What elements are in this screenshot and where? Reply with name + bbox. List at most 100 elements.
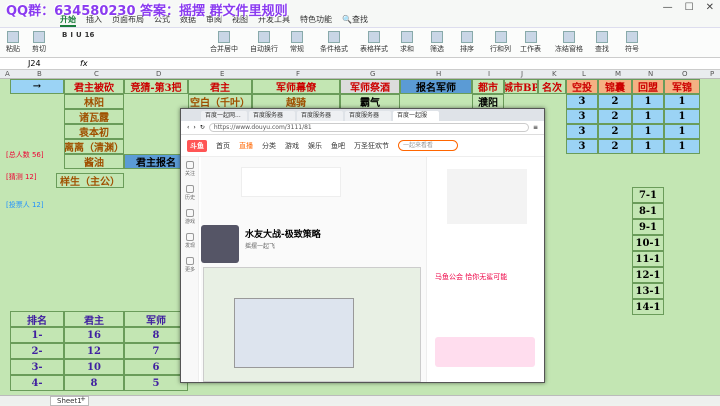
rank-list-item[interactable]: 10-1 (632, 235, 664, 251)
rowcol-button[interactable]: 行和列 (490, 31, 511, 54)
browser-window[interactable]: 百度一起网... 百度服务器 百度服务器 百度服务器 百度一起服 ‹ › ↻ h… (180, 108, 545, 383)
merge-button[interactable]: 合并居中 (210, 31, 238, 54)
rank-row-cell[interactable]: 3- (10, 359, 64, 375)
rank-row-cell[interactable]: 8 (64, 375, 124, 391)
cell-ref[interactable]: J24 (28, 59, 41, 68)
rank-row-cell[interactable]: 7 (124, 343, 188, 359)
header-junshi-muliao[interactable]: 军师幕僚 (252, 79, 340, 94)
activity-card[interactable] (241, 167, 341, 197)
rank-row-cell[interactable]: 2- (10, 343, 64, 359)
right-table-cell[interactable]: 3 (566, 139, 598, 154)
rank-row-cell[interactable]: 12 (64, 343, 124, 359)
rank-row-cell[interactable]: 5 (124, 375, 188, 391)
column-header-k[interactable]: K (552, 70, 557, 78)
right-table-cell[interactable]: 3 (566, 109, 598, 124)
side-discover[interactable]: 发现 (181, 229, 199, 253)
url-input[interactable]: https://www.douyu.com/3111/81 (208, 123, 529, 132)
name-b-5[interactable]: 酱油 (64, 154, 124, 169)
right-table-cell[interactable]: 1 (632, 139, 664, 154)
nav-fishbar[interactable]: 鱼吧 (331, 141, 345, 151)
right-table-cell[interactable]: 1 (632, 124, 664, 139)
forward-icon[interactable]: › (193, 124, 195, 131)
column-header-i[interactable]: I (488, 70, 490, 78)
name-b-1[interactable]: 林阳 (64, 94, 124, 109)
right-table-cell[interactable]: 1 (664, 94, 700, 109)
search-box[interactable]: 🔍查找 (342, 14, 368, 27)
close-icon[interactable]: ✕ (706, 2, 714, 13)
column-header-n[interactable]: N (648, 70, 653, 78)
nav-games[interactable]: 游戏 (285, 141, 299, 151)
back-icon[interactable]: ‹ (187, 124, 189, 131)
name-b-6[interactable]: 样生（主公） (56, 173, 124, 188)
browser-tab-5[interactable]: 百度一起服 (393, 111, 439, 121)
name-b-4[interactable]: 离离（清渊） (64, 139, 124, 154)
streamer-name[interactable]: 摇摆一起飞 (245, 241, 275, 250)
right-table-cell[interactable]: 1 (632, 109, 664, 124)
city-cell[interactable]: 濮阳 (472, 94, 504, 109)
right-table-cell[interactable]: 3 (566, 94, 598, 109)
browser-tab-1[interactable]: 百度一起网... (201, 111, 247, 121)
video-player[interactable] (203, 267, 421, 382)
right-table-cell[interactable]: 1 (632, 94, 664, 109)
browser-tab-4[interactable]: 百度服务器 (345, 111, 391, 121)
header-baoming-junshi[interactable]: 报名军师 (400, 79, 472, 94)
nav-ent[interactable]: 娱乐 (308, 141, 322, 151)
name-d-2[interactable]: 越骑 (252, 94, 340, 109)
name-b-3[interactable]: 袁本初 (64, 124, 124, 139)
header-junzhu[interactable]: 君主 (188, 79, 252, 94)
rank-list-item[interactable]: 13-1 (632, 283, 664, 299)
table-style-button[interactable]: 表格样式 (360, 31, 388, 54)
format-select[interactable]: 常规 (290, 31, 304, 54)
column-header-c[interactable]: C (94, 70, 99, 78)
paste-button[interactable]: 粘贴 (6, 31, 20, 54)
promo-card[interactable] (435, 337, 535, 367)
rank-header-rank[interactable]: 排名 (10, 311, 64, 327)
header-jinnang[interactable]: 锦囊 (598, 79, 632, 94)
rank-list-item[interactable]: 11-1 (632, 251, 664, 267)
freeze-button[interactable]: 冻结窗格 (555, 31, 583, 54)
symbol-button[interactable]: 符号 (625, 31, 639, 54)
name-e-1[interactable]: 霸气 (340, 94, 400, 109)
rank-list-item[interactable]: 12-1 (632, 267, 664, 283)
right-table-cell[interactable]: 2 (598, 94, 632, 109)
column-header-m[interactable]: M (615, 70, 621, 78)
rank-list-item[interactable]: 9-1 (632, 219, 664, 235)
rank-list-item[interactable]: 14-1 (632, 299, 664, 315)
underline-button[interactable]: U (76, 31, 82, 39)
find-button[interactable]: 查找 (595, 31, 609, 54)
streamer-avatar[interactable] (201, 225, 239, 263)
maximize-icon[interactable]: ☐ (685, 2, 694, 13)
rank-list-item[interactable]: 8-1 (632, 203, 664, 219)
minimize-icon[interactable]: — (663, 2, 673, 13)
nav-live[interactable]: 直播 (239, 141, 253, 151)
header-junjin[interactable]: 军锦 (664, 79, 700, 94)
column-header-p[interactable]: P (710, 70, 714, 78)
right-table-cell[interactable]: 2 (598, 139, 632, 154)
rank-row-cell[interactable]: 6 (124, 359, 188, 375)
rank-header-junshi[interactable]: 军师 (124, 311, 188, 327)
header-arrow[interactable]: → (10, 79, 64, 94)
rank-row-cell[interactable]: 8 (124, 327, 188, 343)
column-header-j[interactable]: J (521, 70, 523, 78)
menu-icon[interactable]: ≡ (533, 124, 538, 131)
column-header-d[interactable]: D (156, 70, 161, 78)
rank-list-item[interactable]: 7-1 (632, 187, 664, 203)
header-junzhu-beikan[interactable]: 君主被砍 (64, 79, 124, 94)
header-dushi[interactable]: 都市 (472, 79, 504, 94)
column-header-b[interactable]: B (37, 70, 42, 78)
rank-header-junzhu[interactable]: 君主 (64, 311, 124, 327)
nav-category[interactable]: 分类 (262, 141, 276, 151)
browser-tab-2[interactable]: 百度服务器 (249, 111, 295, 121)
sheet-button[interactable]: 工作表 (520, 31, 541, 54)
douyu-logo[interactable]: 斗鱼 (187, 139, 207, 152)
conditional-format-button[interactable]: 条件格式 (320, 31, 348, 54)
side-follow[interactable]: 关注 (181, 157, 199, 181)
rank-row-cell[interactable]: 10 (64, 359, 124, 375)
sum-button[interactable]: 求和 (400, 31, 414, 54)
column-header-o[interactable]: O (682, 70, 688, 78)
header-huimeng[interactable]: 回盟 (632, 79, 664, 94)
header-rank[interactable]: 名次 (538, 79, 566, 94)
rank-row-cell[interactable]: 16 (64, 327, 124, 343)
sort-button[interactable]: 排序 (460, 31, 474, 54)
wrap-button[interactable]: 自动换行 (250, 31, 278, 54)
